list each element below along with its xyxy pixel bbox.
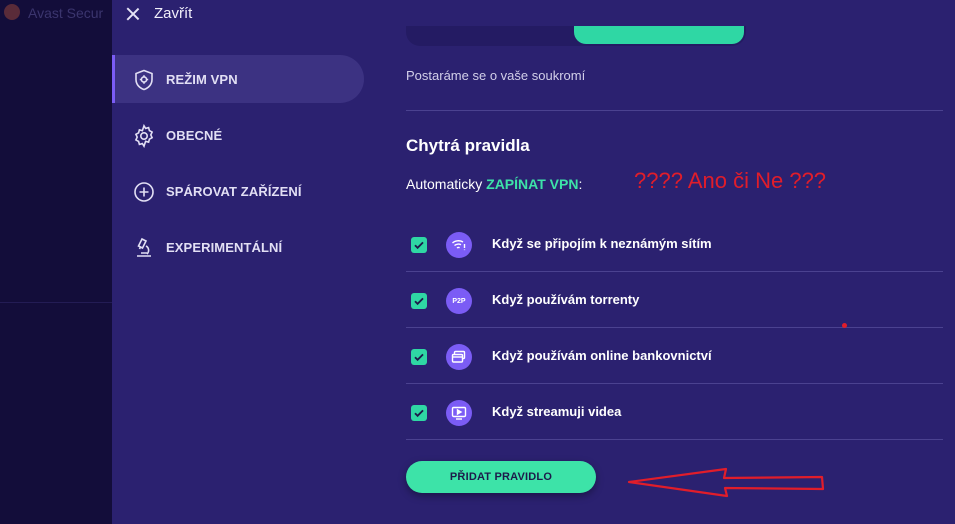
sidebar-item-label: SPÁROVAT ZAŘÍZENÍ	[166, 183, 302, 199]
smart-rules-heading: Chytrá pravidla	[406, 136, 530, 155]
close-button[interactable]: Zavřít	[154, 5, 192, 22]
rule-label: Když se připojím k neznámým sítím	[492, 236, 712, 251]
microscope-icon	[137, 237, 151, 257]
rule-label: Když používám torrenty	[492, 292, 640, 307]
auto-vpn-line: Automaticky ZAPÍNAT VPN:	[406, 176, 582, 192]
sidebar-item-general[interactable]: OBECNÉ	[112, 111, 364, 159]
gear-icon	[134, 124, 154, 148]
add-rule-button[interactable]: PŘIDAT PRAVIDLO	[406, 461, 596, 493]
rule-row[interactable]: Když streamuji videa	[406, 384, 943, 440]
video-play-icon	[446, 400, 472, 426]
rule-row[interactable]: Když používám online bankovnictví	[406, 328, 943, 384]
rule-checkbox[interactable]	[411, 237, 427, 253]
auto-suffix: :	[578, 176, 583, 192]
annotation-arrow-icon	[627, 467, 825, 498]
sidebar-item-pair-device[interactable]: SPÁROVAT ZAŘÍZENÍ	[112, 167, 364, 215]
sidebar-item-vpn-mode[interactable]: REŽIM VPN	[112, 55, 364, 103]
bank-card-icon	[446, 344, 472, 370]
vpn-mode-switch[interactable]	[406, 26, 746, 46]
background-app-title: Avast Secur	[28, 5, 104, 21]
background-app-window: Avast Secur	[0, 0, 112, 524]
checkmark-icon	[414, 409, 424, 418]
rules-list: Když se připojím k neznámým sítím P2P Kd…	[406, 216, 943, 440]
annotation-dot	[842, 323, 847, 328]
rule-row[interactable]: Když se připojím k neznámým sítím	[406, 216, 943, 272]
rule-checkbox[interactable]	[411, 293, 427, 309]
rule-label: Když používám online bankovnictví	[492, 348, 712, 363]
auto-accent: ZAPÍNAT VPN	[486, 176, 579, 192]
handwritten-annotation: ???? Ano či Ne ???	[634, 168, 827, 193]
sidebar-item-label: EXPERIMENTÁLNÍ	[166, 239, 283, 255]
checkmark-icon	[414, 241, 424, 250]
vpn-mode-switch-active	[574, 26, 744, 44]
plus-circle-icon	[134, 182, 154, 202]
rule-checkbox[interactable]	[411, 405, 427, 421]
p2p-icon: P2P	[446, 288, 472, 314]
sidebar-item-label: REŽIM VPN	[166, 71, 238, 87]
privacy-text: Postaráme se o vaše soukromí	[406, 68, 586, 83]
checkmark-icon	[414, 297, 424, 306]
rule-row[interactable]: P2P Když používám torrenty	[406, 272, 943, 328]
checkmark-icon	[414, 353, 424, 362]
divider	[406, 110, 943, 111]
settings-panel: Zavřít REŽIM VPN OBECNÉ SPÁROVAT ZAŘÍZEN…	[112, 0, 955, 524]
rule-checkbox[interactable]	[411, 349, 427, 365]
sidebar-item-label: OBECNÉ	[166, 127, 223, 143]
close-icon[interactable]	[126, 7, 140, 21]
avast-logo-icon	[4, 4, 20, 20]
background-divider	[0, 302, 112, 303]
wifi-warning-icon	[446, 232, 472, 258]
sidebar-item-experimental[interactable]: EXPERIMENTÁLNÍ	[112, 223, 364, 271]
sidebar-nav: REŽIM VPN OBECNÉ SPÁROVAT ZAŘÍZENÍ EXPER…	[112, 55, 364, 279]
rule-label: Když streamuji videa	[492, 404, 622, 419]
shield-gear-icon	[135, 69, 153, 91]
auto-prefix: Automaticky	[406, 176, 487, 192]
